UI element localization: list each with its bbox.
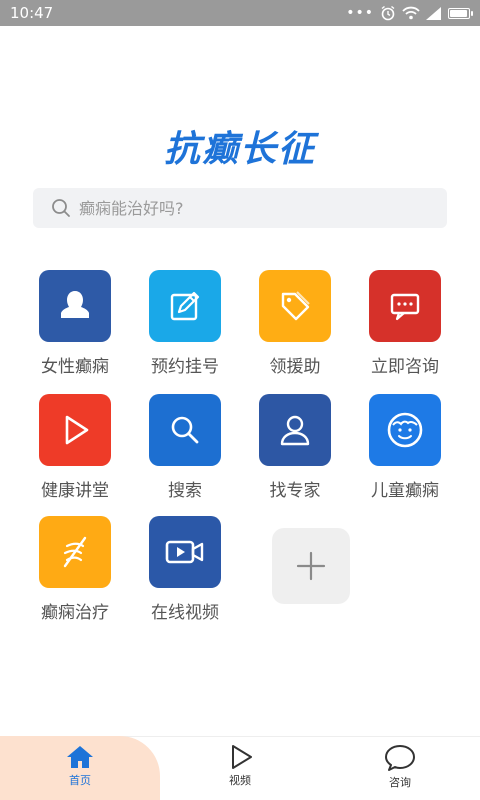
woman-icon <box>61 291 89 318</box>
grid-item-women-epilepsy[interactable]: 女性癫痫 <box>20 270 130 380</box>
aid-tile[interactable] <box>259 270 331 342</box>
search-tile[interactable] <box>149 394 221 466</box>
wifi-icon <box>402 6 420 20</box>
status-time: 10:47 <box>10 4 54 22</box>
child-icon <box>387 412 423 448</box>
tab-label: 视频 <box>229 774 251 787</box>
grid-item-child-epilepsy[interactable]: 儿童癫痫 <box>350 394 460 504</box>
appointment-tile[interactable] <box>149 270 221 342</box>
chat-icon <box>390 293 420 321</box>
grid-item-label: 健康讲堂 <box>41 481 109 501</box>
search-input[interactable] <box>79 198 419 218</box>
status-icons: ••• <box>346 5 473 21</box>
grid-item-label: 立即咨询 <box>371 357 439 377</box>
battery-icon <box>448 7 473 19</box>
grid-item-aid[interactable]: 领援助 <box>240 270 350 380</box>
grid-item-label: 领援助 <box>269 357 321 377</box>
grid-item-label: 预约挂号 <box>151 357 219 377</box>
consult-tile[interactable] <box>369 270 441 342</box>
grid-item-consult-now[interactable]: 立即咨询 <box>350 270 460 380</box>
woman-tile[interactable] <box>39 270 111 342</box>
grid-item-find-expert[interactable]: 找专家 <box>240 394 350 504</box>
grid-item-label: 搜索 <box>168 481 202 501</box>
signal-icon <box>426 6 441 20</box>
grid-item-add[interactable] <box>256 528 366 638</box>
search-bar[interactable] <box>33 188 447 228</box>
tab-label: 咨询 <box>389 776 411 789</box>
tab-home[interactable]: 首页 <box>40 744 120 788</box>
video-icon <box>165 540 204 564</box>
child-tile[interactable] <box>369 394 441 466</box>
home-icon <box>67 746 93 768</box>
search-icon <box>171 416 199 444</box>
dna-icon <box>63 536 87 568</box>
grid-item-label: 找专家 <box>269 481 321 501</box>
add-tile[interactable] <box>272 528 350 604</box>
grid-item-label: 女性癫痫 <box>41 357 109 377</box>
grid-item-appointment[interactable]: 预约挂号 <box>130 270 240 380</box>
status-bar: 10:47 ••• <box>0 0 480 26</box>
grid-item-label: 儿童癫痫 <box>371 481 439 501</box>
edit-icon <box>170 291 200 321</box>
more-dots-icon: ••• <box>346 5 374 21</box>
tag-icon <box>281 291 310 321</box>
lecture-tile[interactable] <box>39 394 111 466</box>
search-icon <box>52 199 70 217</box>
grid-item-treatment[interactable]: 癫痫治疗 <box>20 516 130 626</box>
grid-item-label: 在线视频 <box>151 603 219 623</box>
expert-tile[interactable] <box>259 394 331 466</box>
speech-bubble-icon <box>385 745 415 771</box>
alarm-icon <box>381 5 395 21</box>
grid-item-online-video[interactable]: 在线视频 <box>130 516 240 626</box>
grid-item-health-lecture[interactable]: 健康讲堂 <box>20 394 130 504</box>
tab-label: 首页 <box>69 774 91 787</box>
tab-consult[interactable]: 咨询 <box>360 744 440 790</box>
play-icon <box>65 415 89 445</box>
tab-video[interactable]: 视频 <box>200 744 280 788</box>
grid-item-search[interactable]: 搜索 <box>130 394 240 504</box>
play-outline-icon <box>232 745 252 769</box>
grid-item-label: 癫痫治疗 <box>41 603 109 623</box>
treatment-tile[interactable] <box>39 516 111 588</box>
app-title: 抗癫长征 <box>163 129 316 170</box>
video-tile[interactable] <box>149 516 221 588</box>
person-icon <box>280 415 310 446</box>
plus-icon <box>296 551 326 581</box>
